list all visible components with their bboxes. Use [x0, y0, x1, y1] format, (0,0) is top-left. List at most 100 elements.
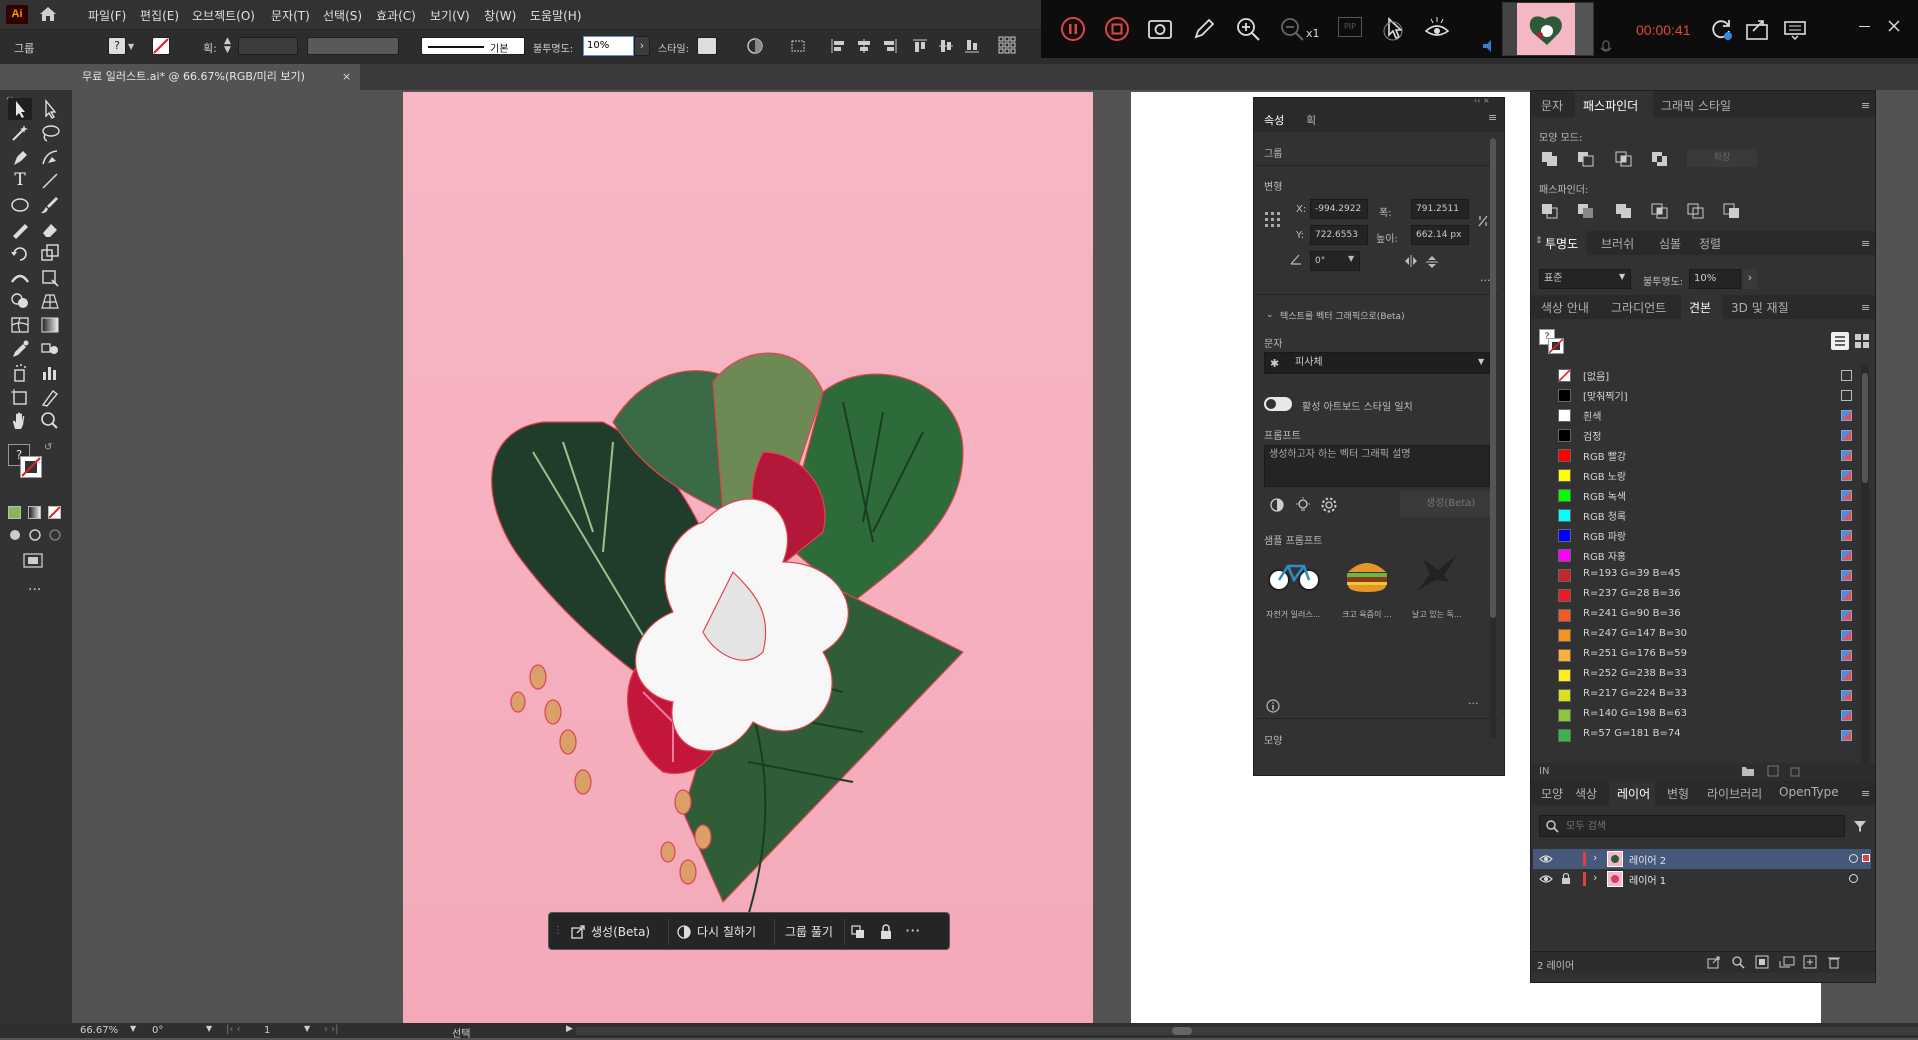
- stroke-profile-select[interactable]: 기본: [421, 37, 525, 55]
- horizontal-scrollbar[interactable]: [576, 1027, 1918, 1035]
- more-options-icon[interactable]: ···: [1480, 274, 1491, 287]
- stroke-swatch[interactable]: [152, 37, 170, 55]
- swatch-row[interactable]: R=237 G=28 B=36: [1531, 585, 1867, 605]
- flip-vertical-icon[interactable]: [1426, 255, 1438, 269]
- list-view-icon[interactable]: [1831, 332, 1849, 350]
- line-tool-icon[interactable]: [38, 170, 62, 192]
- scale-tool-icon[interactable]: [38, 242, 62, 264]
- panel-scrollbar[interactable]: [1490, 138, 1496, 738]
- tab-layers[interactable]: 레이어: [1617, 785, 1650, 802]
- stop-icon[interactable]: [1103, 15, 1131, 43]
- sample-eagle-icon[interactable]: [1412, 552, 1462, 596]
- eraser-tool-icon[interactable]: [38, 218, 62, 240]
- style-swatch[interactable]: [697, 37, 717, 55]
- tab-stroke[interactable]: 획: [1306, 112, 1316, 128]
- collapse-panel-icon[interactable]: ‹‹ ×: [1474, 96, 1490, 105]
- stepper-icon[interactable]: ▲ ▼: [224, 37, 231, 55]
- export-layer-icon[interactable]: [1707, 955, 1721, 969]
- exclude-icon[interactable]: [1651, 151, 1669, 167]
- trim-icon[interactable]: [1577, 203, 1595, 219]
- tab-color-guide[interactable]: 색상 안내: [1541, 299, 1589, 316]
- constrain-proportions-icon[interactable]: [1476, 213, 1490, 229]
- swatch-row[interactable]: RGB 자홍: [1531, 545, 1867, 565]
- menu-list-icon[interactable]: [1781, 15, 1809, 43]
- artboard-tool-icon[interactable]: [8, 386, 32, 408]
- menu-edit[interactable]: 편집(E): [140, 7, 179, 24]
- menu-file[interactable]: 파일(F): [88, 7, 126, 24]
- blend-mode-select[interactable]: 표준: [1539, 269, 1631, 289]
- eyedropper-tool-icon[interactable]: [8, 338, 32, 360]
- recolor-button[interactable]: 다시 칠하기: [671, 919, 775, 945]
- align-center-icon[interactable]: [856, 38, 872, 54]
- menu-object[interactable]: 오브젝트(O): [192, 7, 255, 24]
- info-icon[interactable]: [1266, 699, 1280, 713]
- intersect-icon[interactable]: [1615, 151, 1633, 167]
- magic-wand-tool-icon[interactable]: [8, 122, 32, 144]
- menu-help[interactable]: 도움말(H): [530, 7, 582, 24]
- first-artboard-icon[interactable]: |‹ ‹: [226, 1024, 241, 1035]
- panel-menu-icon[interactable]: ≡: [1861, 237, 1870, 250]
- align-middle-icon[interactable]: [938, 38, 954, 54]
- fill-swatch[interactable]: ?: [108, 37, 126, 55]
- swatch-row[interactable]: RGB 녹색: [1531, 485, 1867, 505]
- tab-character[interactable]: 문자: [1541, 97, 1563, 114]
- rotation-value[interactable]: 0°: [152, 1025, 163, 1036]
- expand-arrows-icon[interactable]: ⇕: [1535, 236, 1543, 246]
- chevron-down-icon[interactable]: ▼: [130, 1024, 136, 1033]
- layer-row-2[interactable]: › 레이어 2: [1533, 849, 1871, 869]
- tropical-heart-artwork[interactable]: [403, 92, 1093, 1023]
- chevron-down-icon[interactable]: ▼: [206, 1024, 212, 1033]
- tab-appearance[interactable]: 모양: [1541, 785, 1563, 802]
- draw-inside-icon[interactable]: [48, 528, 62, 542]
- menu-window[interactable]: 창(W): [484, 7, 516, 24]
- swatch-row[interactable]: R=241 G=90 B=36: [1531, 605, 1867, 625]
- chevron-down-icon[interactable]: ▼: [128, 42, 134, 51]
- document-tab[interactable]: 무료 일러스트.ai* @ 66.67%(RGB/미리 보기) ×: [72, 64, 360, 90]
- swatch-row[interactable]: 검정: [1531, 425, 1867, 445]
- swatch-row[interactable]: R=247 G=147 B=30: [1531, 625, 1867, 645]
- grid-view-icon[interactable]: [1853, 332, 1871, 350]
- chevron-down-icon[interactable]: ▼: [1478, 357, 1484, 366]
- divide-icon[interactable]: [1541, 203, 1559, 219]
- symbol-sprayer-tool-icon[interactable]: [8, 362, 32, 384]
- swap-icon[interactable]: ↺: [44, 442, 52, 453]
- column-graph-tool-icon[interactable]: [38, 362, 62, 384]
- panel-menu-icon[interactable]: ≡: [1861, 787, 1870, 800]
- delete-swatch-icon[interactable]: [1789, 765, 1801, 777]
- new-sublayer-icon[interactable]: [1779, 955, 1795, 969]
- export-icon[interactable]: [1743, 15, 1771, 43]
- transform-icon[interactable]: [790, 38, 812, 54]
- ellipse-tool-icon[interactable]: [8, 194, 32, 216]
- more-options-icon[interactable]: ···: [905, 921, 920, 940]
- layer-row-1[interactable]: › 레이어 1: [1533, 869, 1871, 889]
- selection-tool-icon[interactable]: [8, 98, 32, 120]
- menu-view[interactable]: 보기(V): [430, 7, 470, 24]
- artboard[interactable]: [403, 92, 1093, 1023]
- pause-icon[interactable]: [1059, 15, 1087, 43]
- chevron-down-icon[interactable]: ▼: [1348, 254, 1354, 263]
- close-tab-icon[interactable]: ×: [342, 64, 351, 90]
- width-tool-icon[interactable]: [8, 266, 32, 288]
- tab-brushes[interactable]: 브러쉬: [1601, 235, 1634, 252]
- lasso-tool-icon[interactable]: [38, 122, 62, 144]
- type-tool-icon[interactable]: T: [8, 170, 32, 192]
- mesh-tool-icon[interactable]: [8, 314, 32, 336]
- close-icon[interactable]: [1888, 20, 1900, 32]
- drag-handle-icon[interactable]: ⋮: [553, 925, 563, 936]
- prompt-textarea[interactable]: 생성하고자 하는 벡터 그래픽 설명: [1264, 445, 1490, 487]
- pencil-icon[interactable]: [1190, 15, 1218, 43]
- menu-type[interactable]: 문자(T): [271, 7, 310, 24]
- chevron-right-icon[interactable]: ›: [634, 36, 650, 56]
- layer-name[interactable]: 레이어 2: [1629, 852, 1666, 867]
- height-input[interactable]: 662.14 px: [1411, 225, 1469, 245]
- style-picker-icon[interactable]: [1268, 496, 1286, 514]
- ungroup-button[interactable]: 그룹 풀기: [777, 919, 845, 945]
- last-artboard-icon[interactable]: › ›|: [324, 1024, 339, 1035]
- home-icon[interactable]: [38, 5, 58, 23]
- tab-transform[interactable]: 변형: [1667, 785, 1689, 802]
- tab-properties[interactable]: 속성: [1264, 112, 1284, 128]
- reference-point-icon[interactable]: [1264, 211, 1282, 229]
- artboard-number[interactable]: 1: [264, 1025, 270, 1036]
- shaper-tool-icon[interactable]: [8, 218, 32, 240]
- screen-mode-icon[interactable]: [22, 552, 46, 570]
